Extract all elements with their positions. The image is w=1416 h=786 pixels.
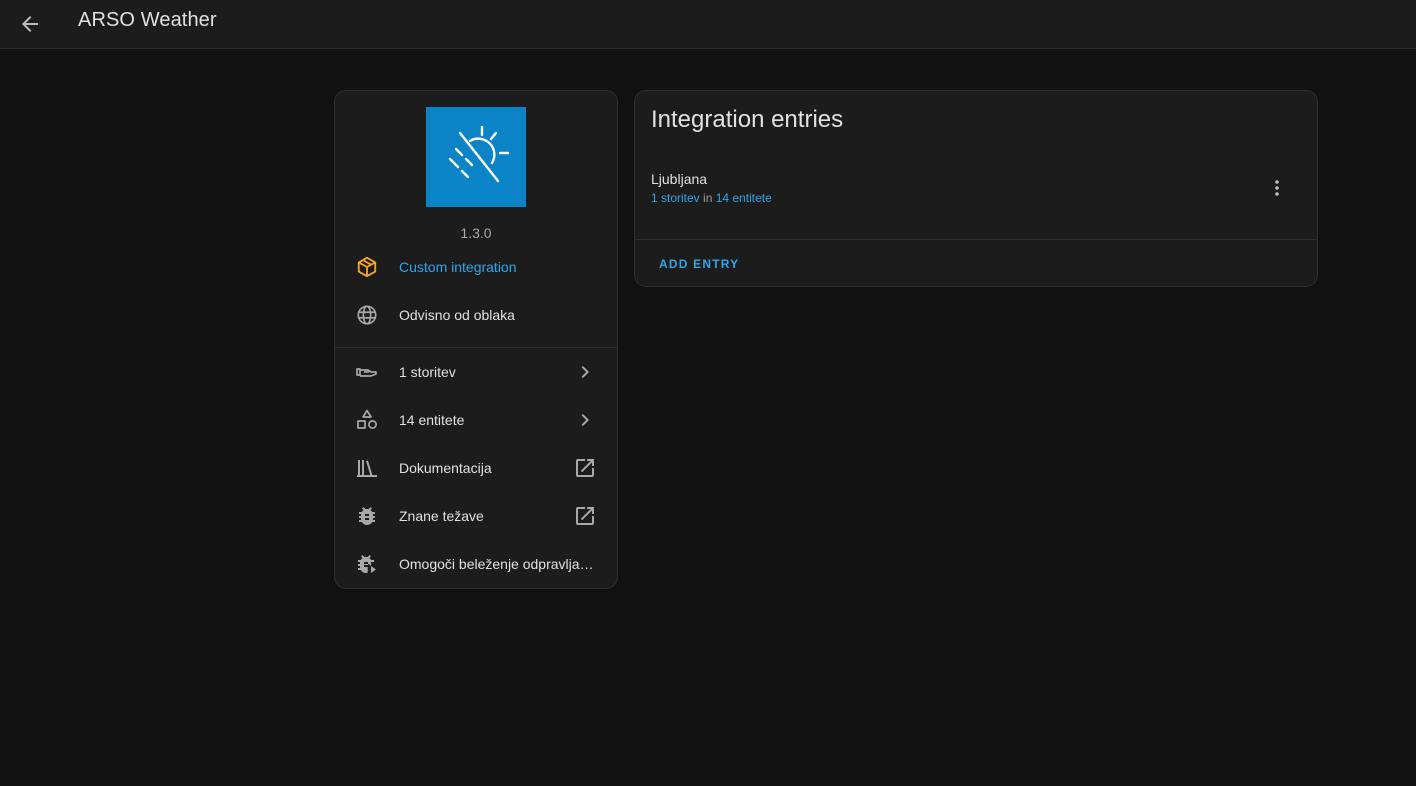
package-variant-icon xyxy=(355,255,379,279)
dots-vertical-icon xyxy=(1275,180,1279,196)
arrow-left-icon xyxy=(22,16,38,32)
chevron-right-icon xyxy=(573,408,597,432)
integration-version: 1.3.0 xyxy=(460,225,492,241)
back-button[interactable] xyxy=(10,4,50,44)
cloud-dependency-label: Odvisno od oblaka xyxy=(399,307,515,323)
entry-entities-link[interactable]: 14 entitete xyxy=(716,191,772,205)
enable-debug-logging-label: Omogoči beleženje odpravljanja napak xyxy=(399,556,599,572)
known-issues-row[interactable]: Znane težave xyxy=(335,492,617,540)
entries-title: Integration entries xyxy=(651,106,844,133)
entries-divider xyxy=(635,239,1317,240)
entry-joiner: in xyxy=(699,191,716,205)
device-hub-icon xyxy=(355,360,379,384)
web-icon xyxy=(355,303,379,327)
integration-logo xyxy=(426,107,526,207)
shape-outline-icon xyxy=(355,408,379,432)
custom-integration-row[interactable]: Custom integration xyxy=(335,243,617,291)
entities-label: 14 entitete xyxy=(399,412,465,428)
add-entry-button[interactable]: ADD ENTRY xyxy=(651,249,747,279)
entities-row[interactable]: 14 entitete xyxy=(335,396,617,444)
bug-icon xyxy=(355,504,379,528)
bookshelf-icon xyxy=(355,456,379,480)
top-app-bar: ARSO Weather xyxy=(0,0,1416,49)
known-issues-label: Znane težave xyxy=(399,508,484,524)
custom-integration-link[interactable]: Custom integration xyxy=(399,259,517,275)
documentation-label: Dokumentacija xyxy=(399,460,492,476)
enable-debug-logging-row[interactable]: Omogoči beleženje odpravljanja napak xyxy=(335,540,617,588)
bug-play-icon xyxy=(355,552,379,576)
entry-services-link[interactable]: 1 storitev xyxy=(651,191,700,205)
open-in-new-icon xyxy=(573,456,597,480)
integration-info-card: 1.3.0 Custom integration Odvisno od obla… xyxy=(334,90,618,589)
services-label: 1 storitev xyxy=(399,364,456,380)
integration-entries-card: Integration entries Ljubljana 1 storitev… xyxy=(634,90,1318,287)
chevron-right-icon xyxy=(573,360,597,384)
entry-summary: 1 storitev in 14 entitete xyxy=(651,191,772,205)
services-row[interactable]: 1 storitev xyxy=(335,348,617,396)
weather-sunny-off-icon xyxy=(448,125,510,183)
open-in-new-icon xyxy=(573,504,597,528)
cloud-dependency-row: Odvisno od oblaka xyxy=(335,291,617,339)
entry-name[interactable]: Ljubljana xyxy=(651,171,707,187)
entry-overflow-menu-button[interactable] xyxy=(1257,173,1297,203)
documentation-row[interactable]: Dokumentacija xyxy=(335,444,617,492)
page-title: ARSO Weather xyxy=(78,8,217,31)
